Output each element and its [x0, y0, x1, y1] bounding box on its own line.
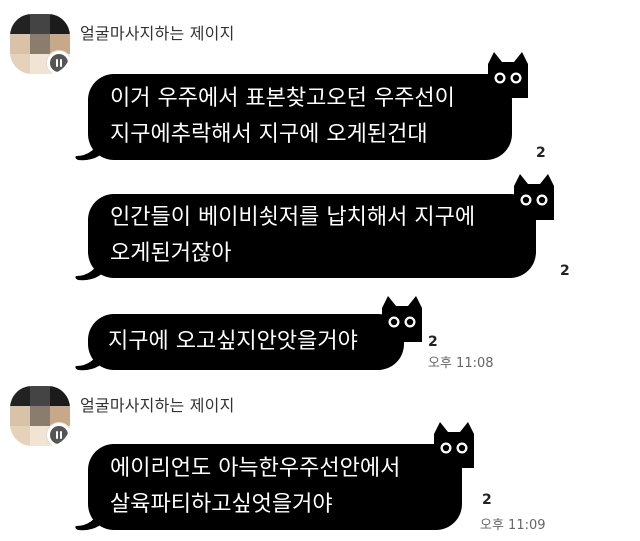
pause-icon — [46, 50, 70, 74]
bubble-tail-icon — [75, 506, 110, 531]
pause-icon — [46, 422, 70, 446]
bubble-tail-icon — [75, 346, 110, 371]
unread-count: 2 — [428, 334, 438, 350]
message-text: 지구에추락해서 지구에 오게된건대 — [110, 122, 428, 147]
message-text: 살육파티하고싶엇을거야 — [110, 492, 333, 517]
message-time: 오후 11:09 — [480, 518, 546, 533]
message-text: 에이리언도 아늑한우주선안에서 — [110, 456, 401, 481]
message-bubble[interactable]: 지구에 오고싶지안앗을거야 — [88, 314, 404, 370]
message-text: 이거 우주에서 표본찾고오던 우주선이 — [110, 86, 455, 111]
bubble-tail-icon — [75, 256, 110, 281]
sender-name: 얼굴마사지하는 제이지 — [80, 396, 235, 415]
avatar[interactable] — [10, 14, 70, 74]
black-cat-icon — [514, 174, 554, 220]
unread-count: 2 — [536, 145, 546, 161]
sender-name: 얼굴마사지하는 제이지 — [80, 24, 235, 43]
unread-count: 2 — [482, 492, 492, 508]
bubble-tail-icon — [75, 136, 110, 161]
avatar[interactable] — [10, 386, 70, 446]
black-cat-icon — [382, 296, 422, 342]
message-bubble[interactable]: 에이리언도 아늑한우주선안에서 살육파티하고싶엇을거야 — [88, 444, 462, 530]
unread-count: 2 — [560, 263, 570, 279]
message-bubble[interactable]: 인간들이 베이비쇳저를 납치해서 지구에 오게된거잖아 — [88, 194, 536, 278]
black-cat-icon — [488, 52, 528, 98]
message-time: 오후 11:08 — [428, 356, 494, 371]
message-text: 오게된거잖아 — [110, 241, 232, 266]
black-cat-icon — [434, 422, 474, 468]
message-bubble[interactable]: 이거 우주에서 표본찾고오던 우주선이 지구에추락해서 지구에 오게된건대 — [88, 74, 512, 160]
message-text: 지구에 오고싶지안앗을거야 — [108, 329, 358, 354]
message-text: 인간들이 베이비쇳저를 납치해서 지구에 — [110, 205, 476, 230]
